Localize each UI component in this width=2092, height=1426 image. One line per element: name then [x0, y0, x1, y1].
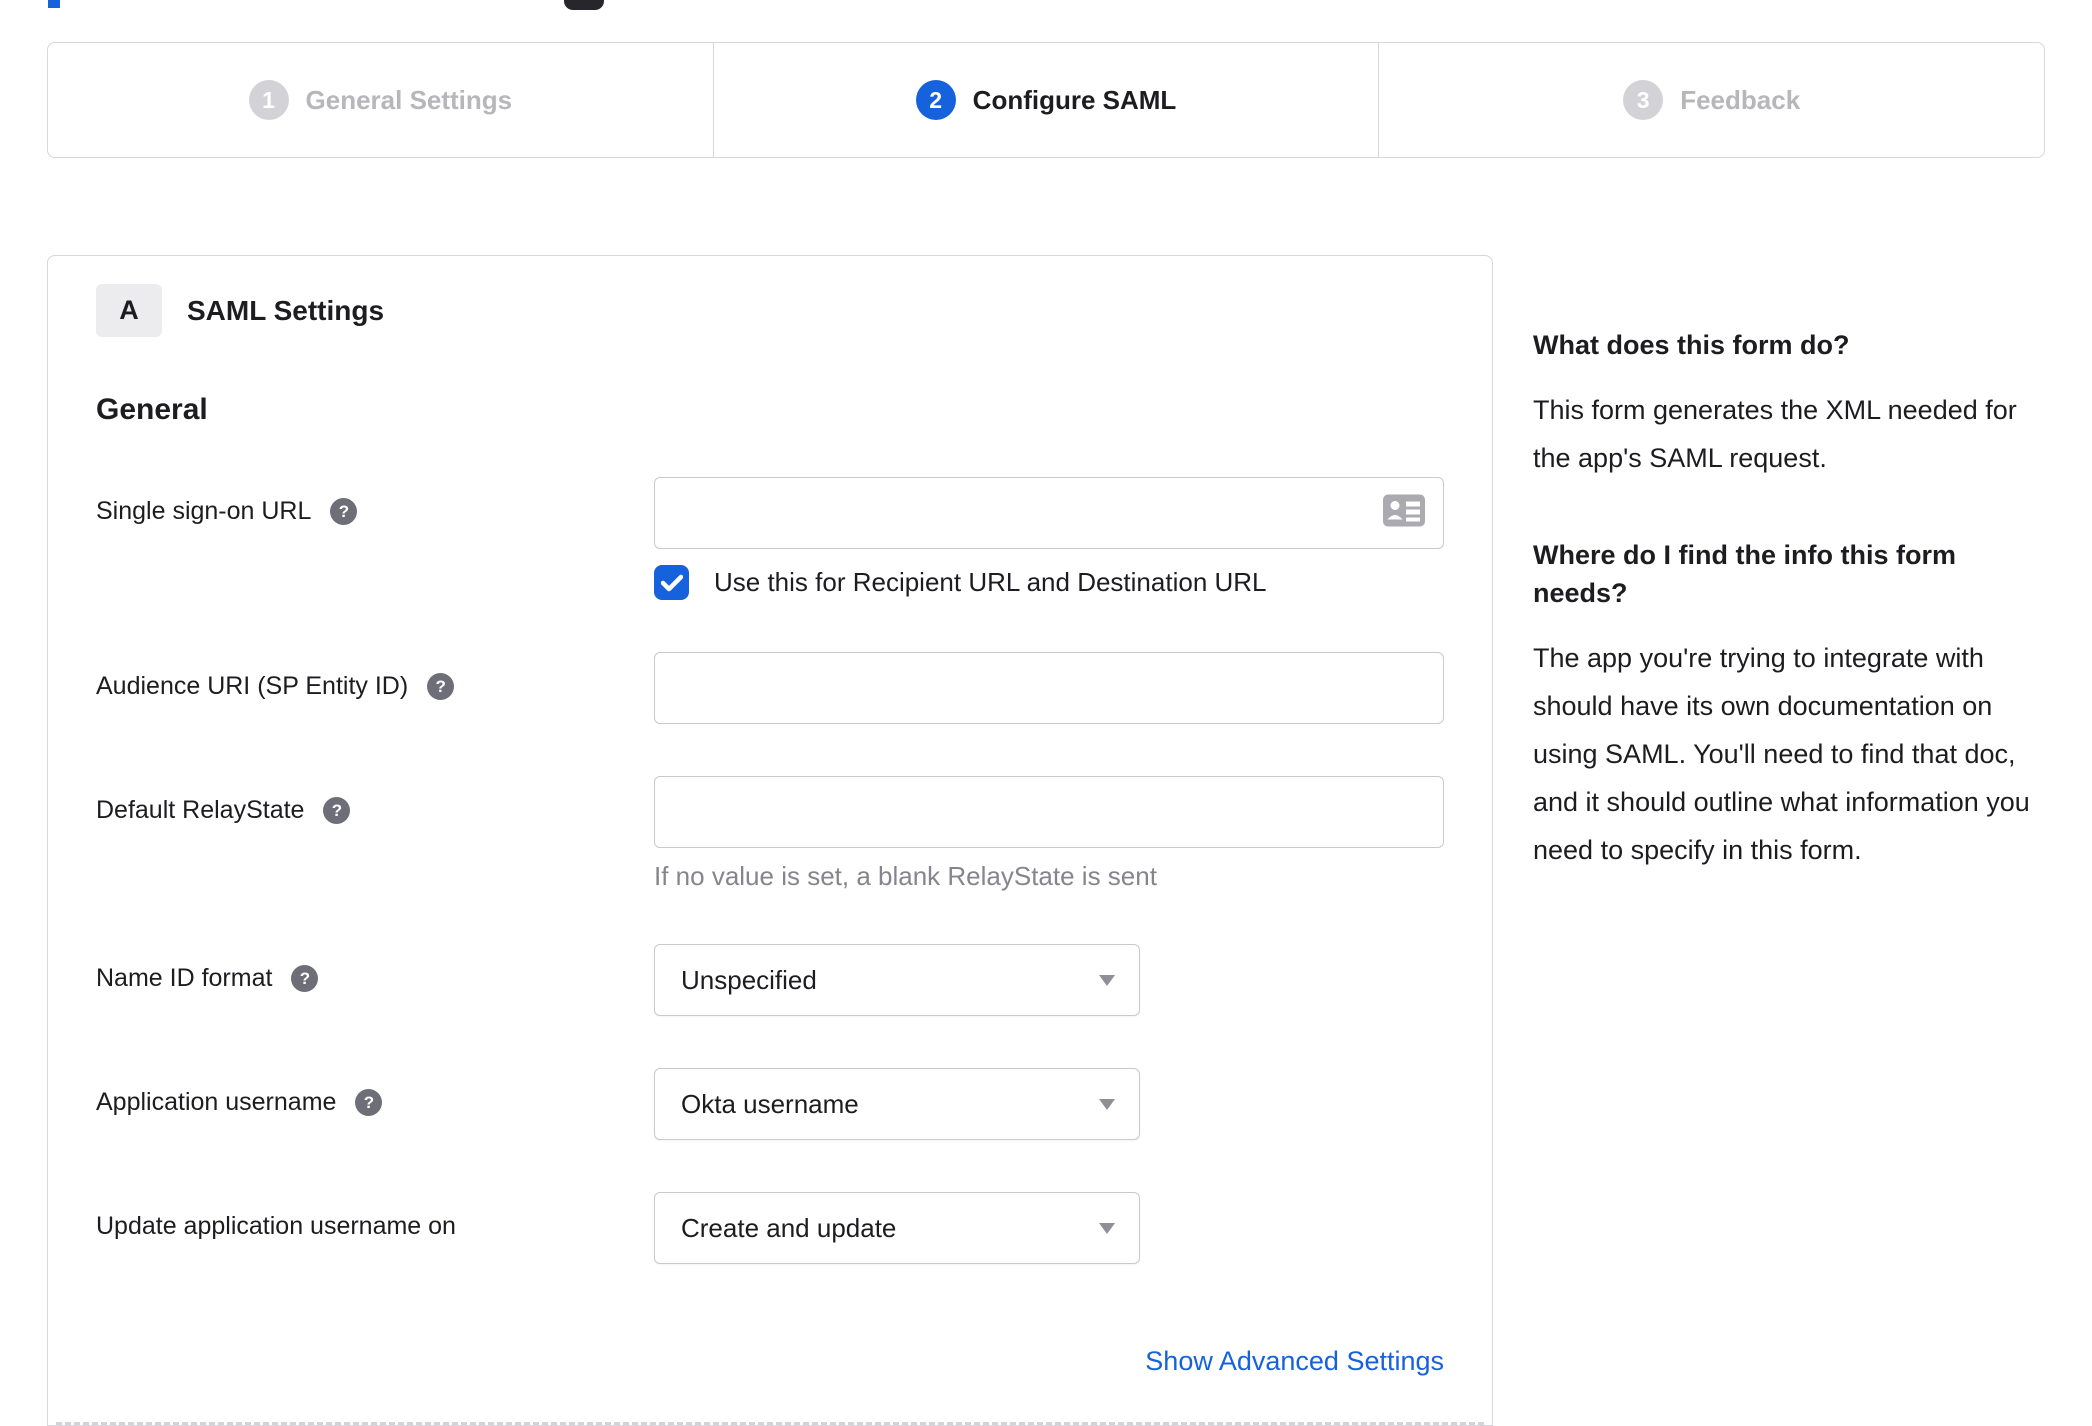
- sidebar-body-what: This form generates the XML needed for t…: [1533, 395, 2017, 473]
- chevron-down-icon: [1099, 974, 1115, 986]
- name-id-format-select[interactable]: Unspecified: [654, 944, 1140, 1016]
- step-configure-saml[interactable]: 2 Configure SAML: [712, 43, 1379, 157]
- form-row-audience-uri: Audience URI (SP Entity ID) ?: [96, 652, 1444, 724]
- step-number-badge: 2: [915, 80, 956, 120]
- help-icon[interactable]: ?: [291, 965, 319, 992]
- application-username-value: Okta username: [681, 1088, 859, 1119]
- chevron-down-icon: [1099, 1098, 1115, 1110]
- group-title-general: General: [96, 393, 208, 426]
- form-row-sso-url: Single sign-on URL ? Use this for Recipi…: [96, 477, 1444, 600]
- default-relaystate-label: Default RelayState: [96, 796, 305, 824]
- saml-settings-panel: A SAML Settings General Single sign-on U…: [47, 255, 1493, 1426]
- sidebar-heading-where: Where do I find the info this form needs…: [1533, 540, 1956, 608]
- sidebar-body-where: The app you're trying to integrate with …: [1533, 643, 2030, 865]
- step-number-badge: 3: [1623, 80, 1664, 120]
- form-row-application-username: Application username ? Okta username: [96, 1068, 1444, 1140]
- cut-off-dark-fragment: [564, 0, 604, 10]
- section-a-badge: A: [96, 284, 162, 337]
- update-application-username-value: Create and update: [681, 1212, 897, 1243]
- section-header: A SAML Settings: [96, 284, 1444, 337]
- wizard-stepper: 1 General Settings 2 Configure SAML 3 Fe…: [47, 42, 2045, 158]
- recipient-url-checkbox-row: Use this for Recipient URL and Destinati…: [654, 565, 1444, 600]
- sidebar-heading-what: What does this form do?: [1533, 330, 1850, 360]
- section-title: SAML Settings: [187, 294, 385, 326]
- application-username-select[interactable]: Okta username: [654, 1068, 1140, 1140]
- step-feedback[interactable]: 3 Feedback: [1378, 43, 2044, 157]
- help-icon[interactable]: ?: [323, 797, 351, 824]
- name-id-format-value: Unspecified: [681, 964, 817, 995]
- recipient-url-checkbox-label: Use this for Recipient URL and Destinati…: [714, 567, 1267, 597]
- chevron-down-icon: [1099, 1222, 1115, 1234]
- relaystate-helper-text: If no value is set, a blank RelayState i…: [654, 861, 1157, 891]
- step-general-settings[interactable]: 1 General Settings: [48, 43, 713, 157]
- step-label: Configure SAML: [972, 84, 1177, 115]
- step-label: General Settings: [305, 84, 513, 115]
- recipient-url-checkbox[interactable]: [654, 565, 689, 600]
- sso-url-input[interactable]: [654, 477, 1444, 549]
- form-row-default-relaystate: Default RelayState ? If no value is set,…: [96, 776, 1444, 892]
- help-icon[interactable]: ?: [427, 673, 455, 700]
- help-icon[interactable]: ?: [330, 498, 358, 525]
- application-username-label: Application username: [96, 1088, 337, 1116]
- cut-off-blue-fragment: [48, 0, 60, 8]
- sso-url-label: Single sign-on URL: [96, 497, 312, 525]
- help-icon[interactable]: ?: [355, 1089, 383, 1116]
- default-relaystate-input[interactable]: [654, 776, 1444, 848]
- update-application-username-label: Update application username on: [96, 1212, 456, 1240]
- audience-uri-input[interactable]: [654, 652, 1444, 724]
- audience-uri-label: Audience URI (SP Entity ID): [96, 672, 409, 700]
- form-row-name-id-format: Name ID format ? Unspecified: [96, 944, 1444, 1016]
- form-row-update-application-username: Update application username on Create an…: [96, 1192, 1444, 1264]
- step-number-badge: 1: [248, 80, 289, 120]
- name-id-format-label: Name ID format: [96, 964, 273, 992]
- help-sidebar: What does this form do? This form genera…: [1533, 326, 2033, 928]
- contact-card-icon[interactable]: [1382, 494, 1426, 533]
- show-advanced-settings-link[interactable]: Show Advanced Settings: [1145, 1346, 1444, 1376]
- step-label: Feedback: [1680, 84, 1801, 115]
- update-application-username-select[interactable]: Create and update: [654, 1192, 1140, 1264]
- section-dashed-divider: [56, 1422, 1484, 1425]
- saml-general-form: Single sign-on URL ? Use this for Recipi…: [96, 477, 1444, 1377]
